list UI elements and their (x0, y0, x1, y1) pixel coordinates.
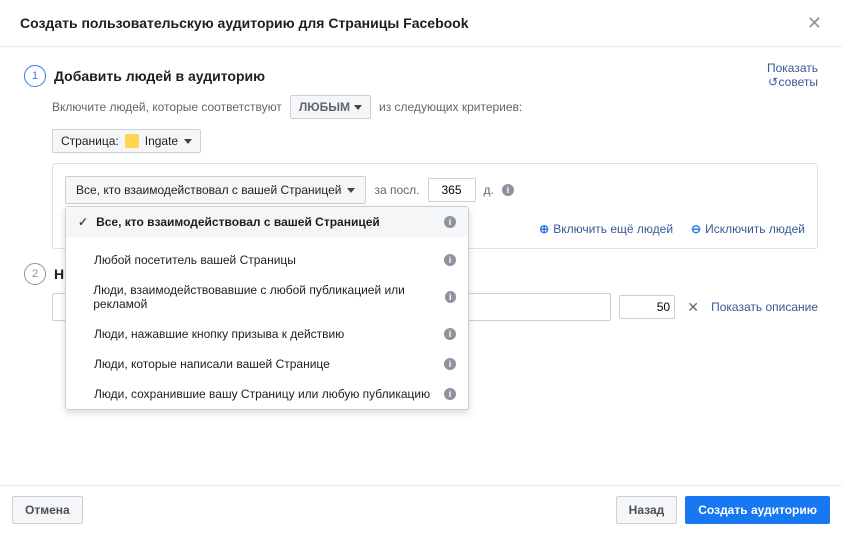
match-mode-dropdown[interactable]: ЛЮБЫМ (290, 95, 371, 119)
menu-item-label: Люди, сохранившие вашу Страницу или любу… (94, 387, 430, 401)
back-button[interactable]: Назад (616, 496, 678, 524)
criteria-row: Все, кто взаимодействовал с вашей Страни… (65, 176, 805, 204)
criteria-panel: Все, кто взаимодействовал с вашей Страни… (52, 163, 818, 249)
minus-icon: ⊖ (691, 222, 701, 236)
show-tips-link[interactable]: Показать ↻советы (767, 61, 818, 89)
step2-title: Н (54, 266, 64, 282)
menu-item-label: Люди, взаимодействовавшие с любой публик… (93, 283, 444, 311)
action-dropdown-menu: ✓ Все, кто взаимодействовал с вашей Стран… (65, 206, 469, 410)
exclude-label: Исключить людей (705, 222, 805, 236)
page-avatar (125, 134, 139, 148)
chevron-down-icon (347, 188, 355, 193)
step2-badge: 2 (24, 263, 46, 285)
info-icon[interactable]: i (444, 216, 456, 228)
panel-actions: ⊕ Включить ещё людей ⊖ Исключить людей (539, 222, 805, 236)
check-icon: ✓ (78, 215, 88, 229)
modal-body: Показать ↻советы 1 Добавить людей в ауди… (0, 47, 842, 321)
modal: Создать пользовательскую аудиторию для С… (0, 0, 842, 534)
chevron-down-icon (184, 139, 192, 144)
page-selector[interactable]: Страница: Ingate (52, 129, 201, 153)
info-icon[interactable]: i (502, 184, 514, 196)
menu-item-label: Люди, которые написали вашей Странице (94, 357, 330, 371)
clear-icon[interactable]: ✕ (683, 297, 703, 317)
page-label: Страница: (61, 134, 119, 148)
days-input[interactable] (428, 178, 476, 202)
menu-item-4[interactable]: Люди, которые написали вашей Странице i (66, 349, 468, 379)
menu-item-label: Люди, нажавшие кнопку призыва к действию (94, 327, 344, 341)
include-more-link[interactable]: ⊕ Включить ещё людей (539, 222, 673, 236)
menu-item-3[interactable]: Люди, нажавшие кнопку призыва к действию… (66, 319, 468, 349)
chevron-down-icon (354, 105, 362, 110)
plus-icon: ⊕ (539, 222, 549, 236)
step1-title: Добавить людей в аудиторию (54, 68, 265, 84)
modal-header: Создать пользовательскую аудиторию для С… (0, 0, 842, 47)
create-audience-button[interactable]: Создать аудиторию (685, 496, 830, 524)
info-icon[interactable]: i (444, 388, 456, 400)
include-text-after: из следующих критериев: (379, 100, 522, 114)
exclude-link[interactable]: ⊖ Исключить людей (691, 222, 805, 236)
show-tips-line2: советы (779, 75, 818, 89)
limit-input[interactable] (619, 295, 675, 319)
info-icon[interactable]: i (445, 291, 456, 303)
page-name: Ingate (145, 134, 178, 148)
in-last-label: за посл. (374, 183, 419, 197)
menu-item-2[interactable]: Люди, взаимодействовавшие с любой публик… (66, 275, 468, 319)
step1-header: 1 Добавить людей в аудиторию (24, 65, 818, 87)
include-text-before: Включите людей, которые соответствуют (52, 100, 282, 114)
match-mode-label: ЛЮБЫМ (299, 100, 350, 114)
action-dropdown[interactable]: Все, кто взаимодействовал с вашей Страни… (65, 176, 366, 204)
action-dropdown-label: Все, кто взаимодействовал с вашей Страни… (76, 183, 341, 197)
info-icon[interactable]: i (444, 358, 456, 370)
step1-badge: 1 (24, 65, 46, 87)
modal-footer: Отмена Назад Создать аудиторию (0, 485, 842, 534)
cancel-button[interactable]: Отмена (12, 496, 83, 524)
menu-item-label: Любой посетитель вашей Страницы (94, 253, 296, 267)
menu-item-0[interactable]: ✓ Все, кто взаимодействовал с вашей Стран… (66, 207, 468, 237)
info-icon[interactable]: i (444, 254, 456, 266)
modal-title: Создать пользовательскую аудиторию для С… (20, 15, 469, 31)
show-tips-line1: Показать (767, 61, 818, 75)
include-more-label: Включить ещё людей (553, 222, 673, 236)
include-description: Включите людей, которые соответствуют ЛЮ… (52, 95, 818, 119)
menu-item-1[interactable]: Любой посетитель вашей Страницы i (66, 245, 468, 275)
close-icon[interactable]: ✕ (807, 14, 822, 32)
show-description-link[interactable]: Показать описание (711, 300, 818, 314)
refresh-icon: ↻ (768, 75, 778, 89)
days-suffix: д. (484, 183, 494, 197)
info-icon[interactable]: i (444, 328, 456, 340)
menu-item-label: Все, кто взаимодействовал с вашей Страни… (96, 215, 380, 229)
menu-item-5[interactable]: Люди, сохранившие вашу Страницу или любу… (66, 379, 468, 409)
